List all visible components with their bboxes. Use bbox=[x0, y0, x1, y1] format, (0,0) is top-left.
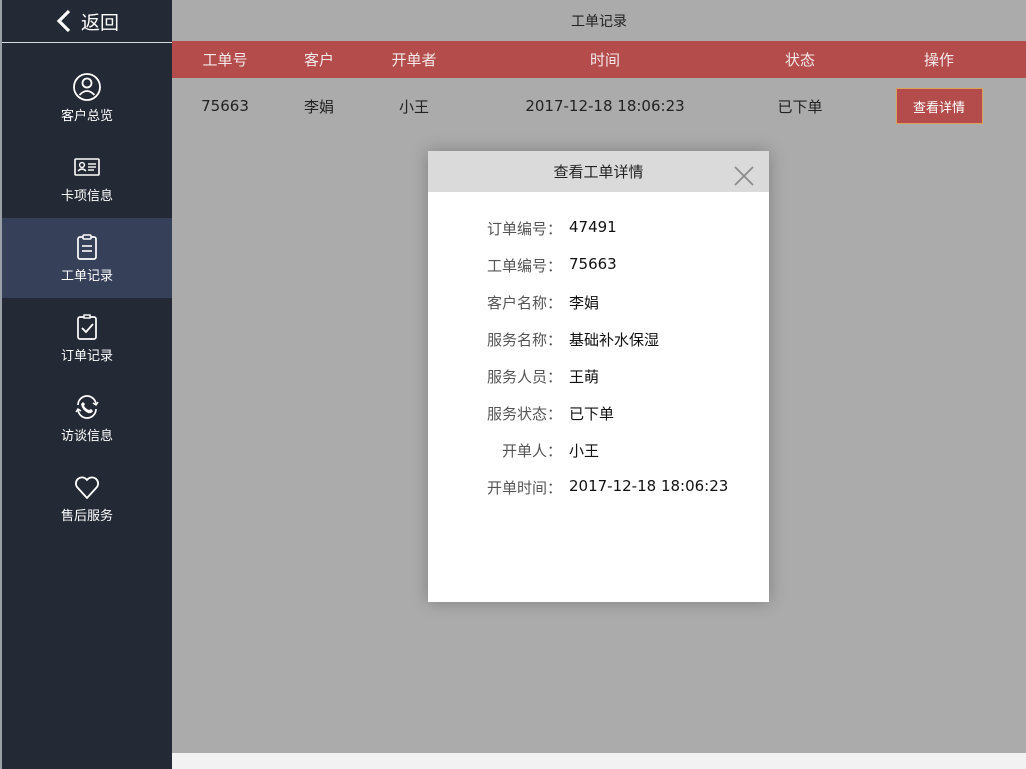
field-value: 王萌 bbox=[569, 368, 600, 386]
sidebar-item-label: 访谈信息 bbox=[60, 429, 113, 444]
sidebar-item-card-info[interactable]: 卡项信息 bbox=[2, 138, 172, 218]
field-creator: 开单人： 小王 bbox=[428, 440, 769, 477]
work-order-detail-modal: 查看工单详情 订单编号： 47491 工单编号： 75663 客户名称： 李娟 服务名… bbox=[428, 151, 769, 602]
field-label: 服务人员： bbox=[486, 368, 562, 386]
field-label: 客户名称： bbox=[486, 294, 562, 312]
field-value: 李娟 bbox=[569, 294, 600, 312]
clipboard-icon bbox=[77, 234, 97, 260]
field-label: 工单编号： bbox=[486, 257, 562, 275]
field-label: 服务名称： bbox=[486, 331, 562, 349]
field-service-status: 服务状态： 已下单 bbox=[428, 403, 769, 440]
sidebar-item-interviews[interactable]: 访谈信息 bbox=[2, 378, 172, 458]
column-header-action: 操作 bbox=[923, 51, 954, 69]
sidebar-item-customer-overview[interactable]: 客户总览 bbox=[2, 58, 172, 138]
field-work-order-number: 工单编号： 75663 bbox=[428, 255, 769, 292]
column-header-time: 时间 bbox=[589, 51, 620, 69]
field-label: 开单时间： bbox=[486, 479, 562, 497]
back-label: 返回 bbox=[80, 11, 119, 34]
cell-creator: 小王 bbox=[398, 97, 429, 116]
chevron-left-icon bbox=[56, 9, 71, 33]
sidebar: 返回 客户总览 卡项信息 工单记录 订单记录 访谈信息 售后服务 bbox=[0, 0, 172, 769]
modal-header: 查看工单详情 bbox=[428, 151, 769, 192]
page-title: 工单记录 bbox=[172, 0, 1026, 41]
field-service-staff: 服务人员： 王萌 bbox=[428, 366, 769, 403]
field-label: 开单人： bbox=[501, 442, 562, 460]
column-header-status: 状态 bbox=[784, 51, 815, 69]
sidebar-item-order-records[interactable]: 订单记录 bbox=[2, 298, 172, 378]
cell-order-id: 75663 bbox=[201, 97, 249, 115]
field-value: 小王 bbox=[569, 442, 600, 460]
user-icon bbox=[73, 73, 101, 101]
sidebar-item-label: 客户总览 bbox=[60, 109, 113, 124]
cell-customer: 李娟 bbox=[303, 97, 334, 116]
column-header-order-id: 工单号 bbox=[202, 51, 248, 69]
table-row: 75663 李娟 小王 2017-12-18 18:06:23 已下单 查看详情 bbox=[172, 78, 1026, 134]
clipboard-check-icon bbox=[77, 314, 97, 340]
table-header: 工单号 客户 开单者 时间 状态 操作 bbox=[172, 41, 1026, 78]
sidebar-item-work-orders[interactable]: 工单记录 bbox=[2, 218, 172, 298]
field-value: 基础补水保湿 bbox=[569, 331, 660, 349]
sidebar-nav: 客户总览 卡项信息 工单记录 订单记录 访谈信息 售后服务 bbox=[2, 58, 172, 538]
cell-status: 已下单 bbox=[777, 97, 823, 116]
sidebar-item-label: 订单记录 bbox=[60, 349, 113, 364]
phone-icon bbox=[75, 395, 99, 419]
column-header-creator: 开单者 bbox=[391, 51, 437, 69]
field-label: 订单编号： bbox=[486, 220, 562, 238]
card-icon bbox=[74, 158, 100, 176]
field-customer-name: 客户名称： 李娟 bbox=[428, 292, 769, 329]
modal-title: 查看工单详情 bbox=[553, 163, 644, 181]
field-value: 已下单 bbox=[569, 405, 615, 423]
close-icon[interactable] bbox=[733, 165, 755, 187]
sidebar-item-after-sales[interactable]: 售后服务 bbox=[2, 458, 172, 538]
field-value: 2017-12-18 18:06:23 bbox=[569, 477, 729, 495]
back-button[interactable]: 返回 bbox=[2, 0, 172, 43]
field-value: 47491 bbox=[569, 218, 617, 236]
heart-icon bbox=[75, 476, 99, 499]
cell-action: 查看详情 bbox=[858, 78, 1020, 134]
column-header-customer: 客户 bbox=[303, 51, 334, 69]
sidebar-item-label: 卡项信息 bbox=[60, 189, 113, 204]
sidebar-item-label: 工单记录 bbox=[60, 269, 113, 284]
modal-body: 订单编号： 47491 工单编号： 75663 客户名称： 李娟 服务名称： 基础补水保… bbox=[428, 218, 769, 514]
field-label: 服务状态： bbox=[486, 405, 562, 423]
field-value: 75663 bbox=[569, 255, 617, 273]
field-created-time: 开单时间： 2017-12-18 18:06:23 bbox=[428, 477, 769, 514]
field-order-number: 订单编号： 47491 bbox=[428, 218, 769, 255]
sidebar-item-label: 售后服务 bbox=[60, 509, 113, 524]
view-details-button[interactable]: 查看详情 bbox=[895, 88, 983, 124]
field-service-name: 服务名称： 基础补水保湿 bbox=[428, 329, 769, 366]
cell-time: 2017-12-18 18:06:23 bbox=[525, 97, 685, 115]
bottom-strip bbox=[172, 753, 1026, 769]
